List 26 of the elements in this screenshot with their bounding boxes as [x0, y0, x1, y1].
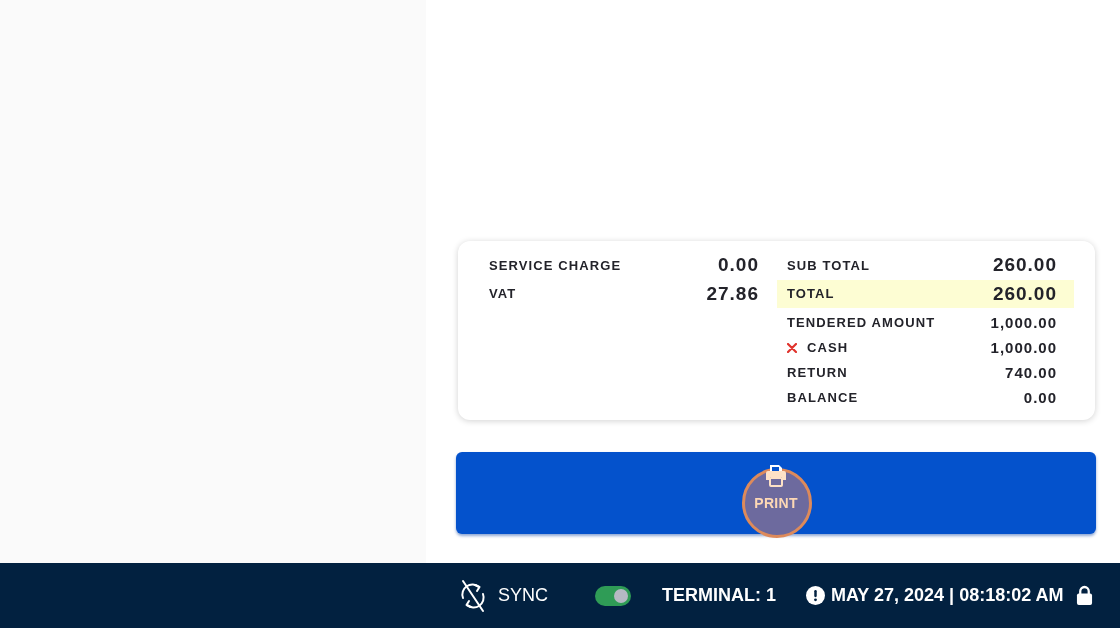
- printer-icon: [764, 463, 788, 487]
- summary-value: 0.00: [1023, 389, 1057, 406]
- date-time: MAY 27, 2024 | 08:18:02 AM: [831, 585, 1064, 606]
- print-button[interactable]: PRINT: [456, 452, 1096, 534]
- summary-label: BALANCE: [787, 390, 859, 405]
- terminal-label: TERMINAL: 1: [662, 585, 776, 606]
- summary-label: TOTAL: [787, 286, 835, 302]
- sync-label: SYNC: [498, 585, 548, 606]
- cross-icon[interactable]: [787, 342, 797, 353]
- summary-value: 0.00: [718, 254, 759, 277]
- summary-value: 1,000.00: [990, 339, 1057, 356]
- summary-label: RETURN: [787, 365, 848, 380]
- lock-icon[interactable]: [1075, 585, 1093, 606]
- summary-label: TENDERED AMOUNT: [787, 315, 936, 330]
- summary-value: 260.00: [992, 282, 1057, 305]
- sync-off-icon[interactable]: [458, 578, 488, 613]
- sync-toggle[interactable]: [595, 585, 631, 606]
- summary-label: VAT: [489, 286, 517, 302]
- summary-label: SERVICE CHARGE: [489, 257, 622, 273]
- summary-value: 27.86: [706, 282, 759, 305]
- alert-icon[interactable]: [806, 586, 825, 605]
- summary-label: CASH: [807, 340, 849, 355]
- summary-label: SUB TOTAL: [787, 257, 871, 273]
- summary-value: 1,000.00: [990, 314, 1057, 331]
- summary-value: 740.00: [1005, 364, 1057, 381]
- summary-value: 260.00: [992, 254, 1057, 277]
